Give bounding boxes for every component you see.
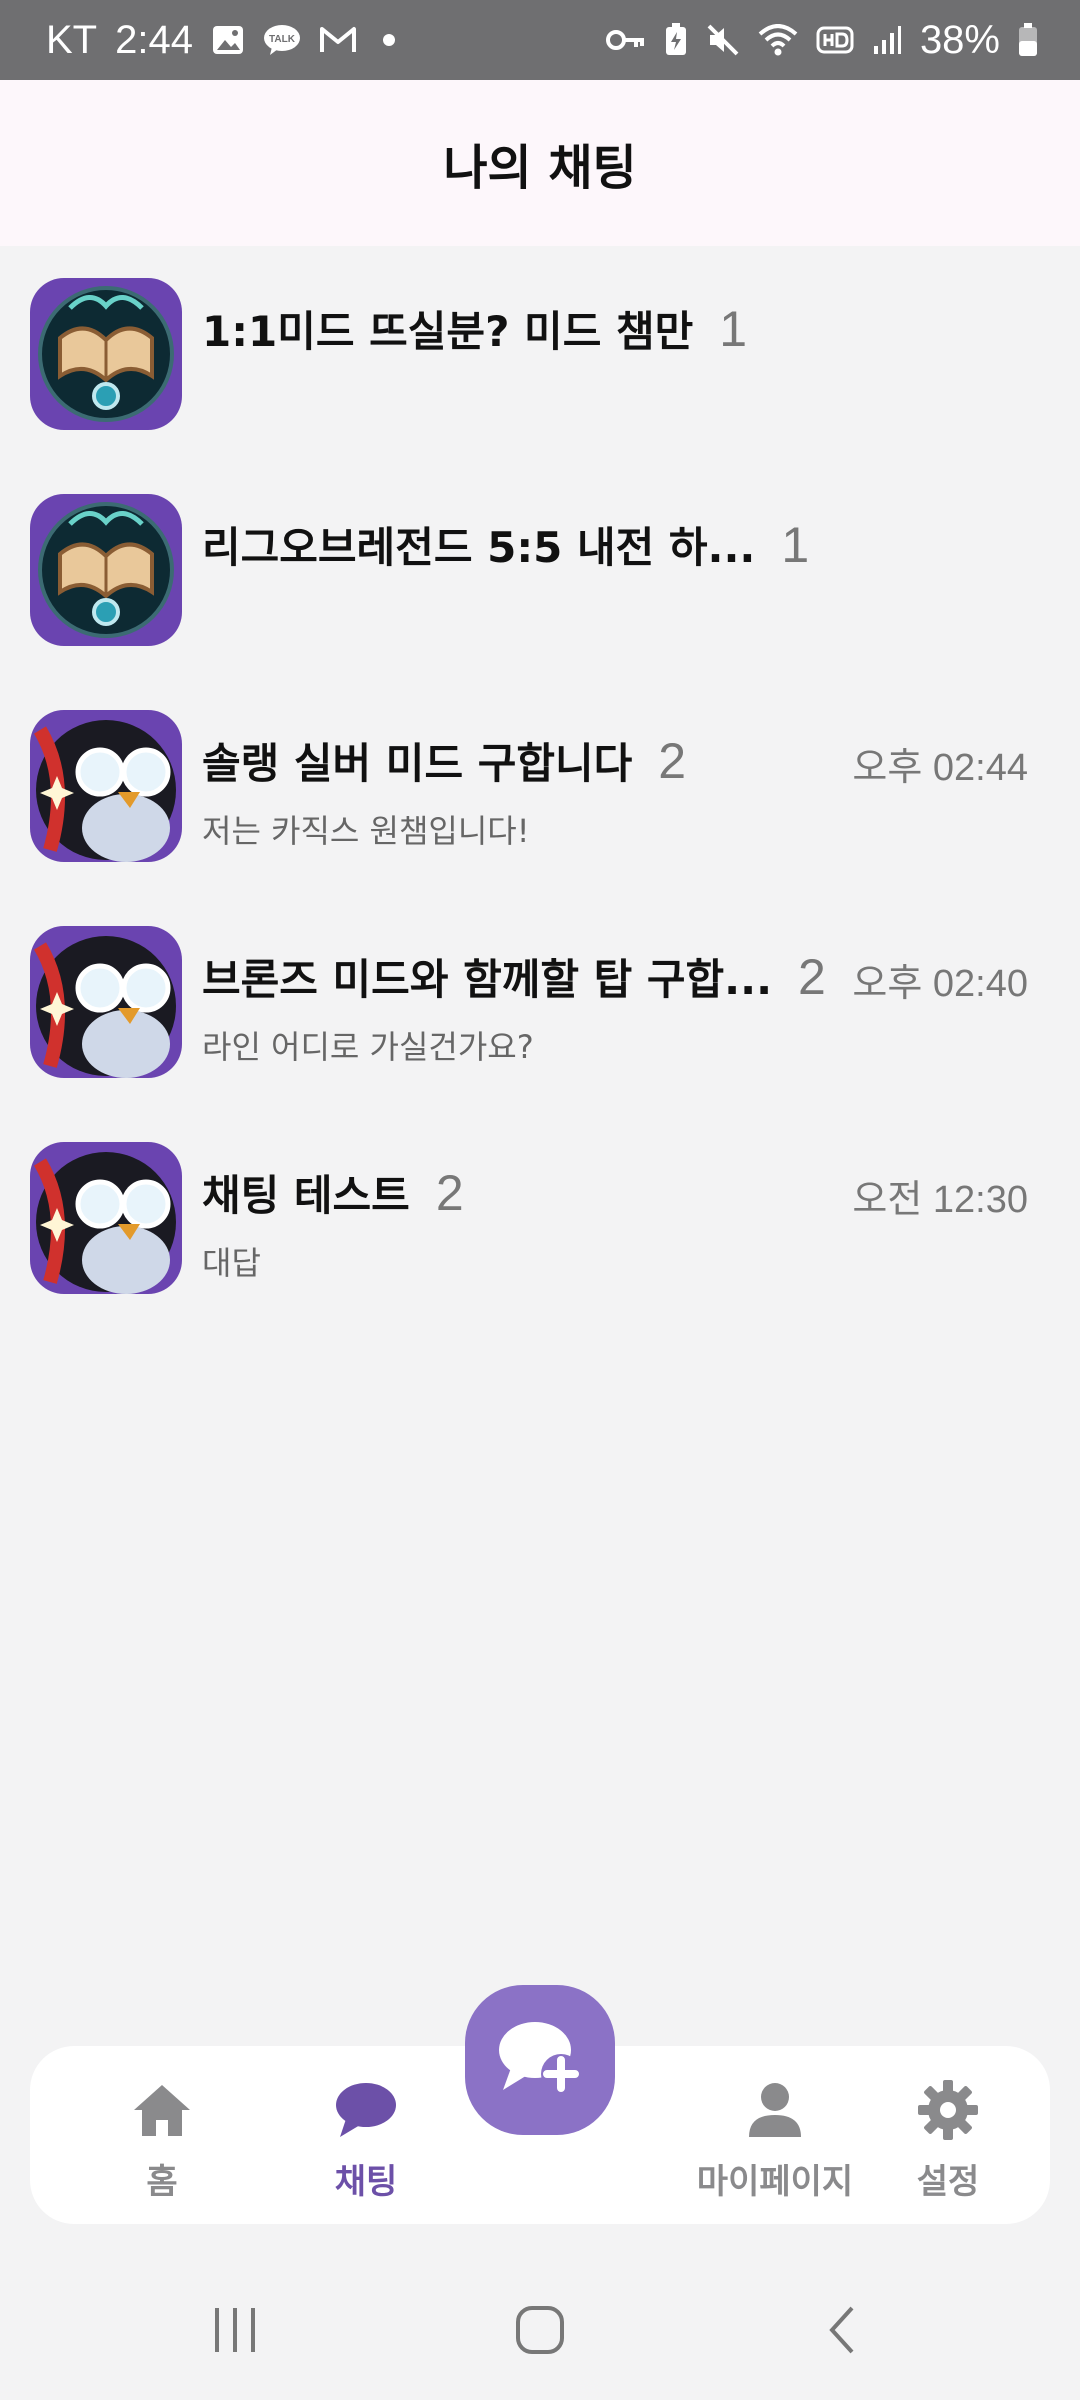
new-chat-button[interactable] xyxy=(465,1985,615,2135)
nav-label: 설정 xyxy=(916,2162,980,2202)
chat-list-item[interactable]: 솔랭 실버 미드 구합니다 2 오후 02:44 저는 카직스 원챔입니다! xyxy=(0,678,1080,894)
chat-title-row: 1:1미드 뜨실분? 미드 챔만 1 xyxy=(202,298,747,359)
chat-list-item[interactable]: 1:1미드 뜨실분? 미드 챔만 1 xyxy=(0,246,1080,462)
page-title: 나의 채팅 xyxy=(443,140,637,196)
nav-item-settings[interactable]: 설정 xyxy=(848,2074,1048,2204)
battery-percent: 38% xyxy=(919,17,1000,62)
chat-time: 오전 12:30 xyxy=(852,1179,1028,1221)
chat-title: 리그오브레전드 5:5 내전 하... xyxy=(202,523,756,572)
key-icon xyxy=(605,27,646,53)
chat-avatar-book-emblem xyxy=(30,278,182,430)
talk-icon: TALK xyxy=(263,23,301,57)
signal-icon xyxy=(872,24,902,56)
chat-title: 솔랭 실버 미드 구합니다 xyxy=(202,739,633,788)
image-icon xyxy=(211,23,245,57)
chat-avatar-penguin xyxy=(30,926,182,1078)
chat-member-count: 1 xyxy=(781,517,810,573)
nav-label: 채팅 xyxy=(334,2162,398,2202)
person-icon xyxy=(747,2074,803,2146)
wifi-icon xyxy=(758,24,798,56)
chat-list-item[interactable]: 리그오브레전드 5:5 내전 하... 1 xyxy=(0,462,1080,678)
gmail-icon xyxy=(319,25,357,55)
dot-icon xyxy=(382,34,395,46)
chat-title-row: 리그오브레전드 5:5 내전 하... 1 xyxy=(202,514,809,575)
chat-time: 오후 02:40 xyxy=(852,963,1028,1005)
chat-title: 1:1미드 뜨실분? 미드 챔만 xyxy=(202,307,694,356)
page-header: 나의 채팅 xyxy=(0,80,1080,246)
chat-member-count: 2 xyxy=(435,1165,464,1221)
status-bar-right: 38% xyxy=(605,17,1038,63)
status-bar-left: KT 2:44 TALK xyxy=(46,18,395,63)
chat-member-count: 2 xyxy=(658,733,687,789)
nav-item-home[interactable]: 홈 xyxy=(62,2074,262,2204)
chat-preview: 라인 어디로 가실건가요? xyxy=(202,1028,534,1066)
system-nav-bar xyxy=(0,2262,1080,2400)
chat-bubble-icon xyxy=(334,2074,398,2146)
chat-time: 오후 02:44 xyxy=(852,747,1028,789)
carrier-label: KT xyxy=(46,17,98,62)
chat-list-item[interactable]: 채팅 테스트 2 오전 12:30 대답 xyxy=(0,1110,1080,1326)
chat-title-row: 솔랭 실버 미드 구합니다 2 xyxy=(202,730,686,791)
chat-member-count: 1 xyxy=(719,301,748,357)
chat-list: 1:1미드 뜨실분? 미드 챔만 1 리그오브레전드 5:5 내전 하... 1 xyxy=(0,246,1080,1326)
home-icon xyxy=(131,2074,193,2146)
battery-icon xyxy=(1018,23,1038,57)
home-circle-icon[interactable] xyxy=(510,2302,570,2358)
status-bar: KT 2:44 TALK 38% xyxy=(0,0,1080,80)
svg-text:TALK: TALK xyxy=(269,34,296,45)
battery-saver-icon xyxy=(664,23,688,57)
chat-member-count: 2 xyxy=(798,949,826,1005)
chat-preview: 대답 xyxy=(202,1244,261,1282)
hd-icon xyxy=(816,26,854,54)
nav-label: 마이페이지 xyxy=(696,2162,854,2202)
clock-label: 2:44 xyxy=(115,17,193,62)
chat-avatar-penguin xyxy=(30,710,182,862)
nav-label: 홈 xyxy=(146,2162,178,2202)
chat-title-row: 채팅 테스트 2 xyxy=(202,1162,464,1223)
chat-title-row: 브론즈 미드와 함께할 탑 구합... 2 xyxy=(202,946,826,1007)
back-icon[interactable] xyxy=(812,2302,872,2358)
mute-icon xyxy=(706,23,740,57)
nav-item-chat[interactable]: 채팅 xyxy=(266,2074,466,2204)
new-chat-icon xyxy=(495,2016,585,2104)
chat-title: 채팅 테스트 xyxy=(202,1171,410,1220)
chat-title: 브론즈 미드와 함께할 탑 구합... xyxy=(202,955,773,1004)
chat-list-item[interactable]: 브론즈 미드와 함께할 탑 구합... 2 오후 02:40 라인 어디로 가실… xyxy=(0,894,1080,1110)
recents-icon[interactable] xyxy=(205,2302,265,2358)
chat-avatar-book-emblem xyxy=(30,494,182,646)
chat-avatar-penguin xyxy=(30,1142,182,1294)
gear-icon xyxy=(917,2074,979,2146)
chat-preview: 저는 카직스 원챔입니다! xyxy=(202,812,530,850)
